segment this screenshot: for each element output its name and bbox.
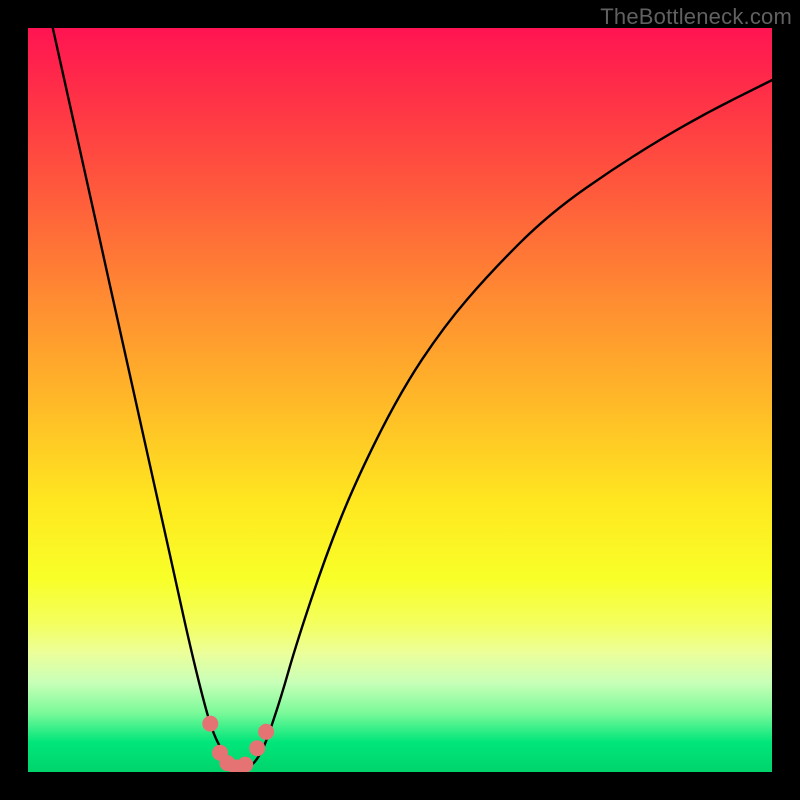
chart-svg — [28, 28, 772, 772]
watermark-text: TheBottleneck.com — [600, 4, 792, 30]
chart-frame: TheBottleneck.com — [0, 0, 800, 800]
curve-markers — [202, 716, 274, 772]
bottleneck-curve-path — [28, 28, 772, 767]
curve-marker — [258, 724, 274, 740]
plot-area — [28, 28, 772, 772]
curve-marker — [237, 757, 253, 772]
curve-marker — [249, 740, 265, 756]
curve-marker — [202, 716, 218, 732]
